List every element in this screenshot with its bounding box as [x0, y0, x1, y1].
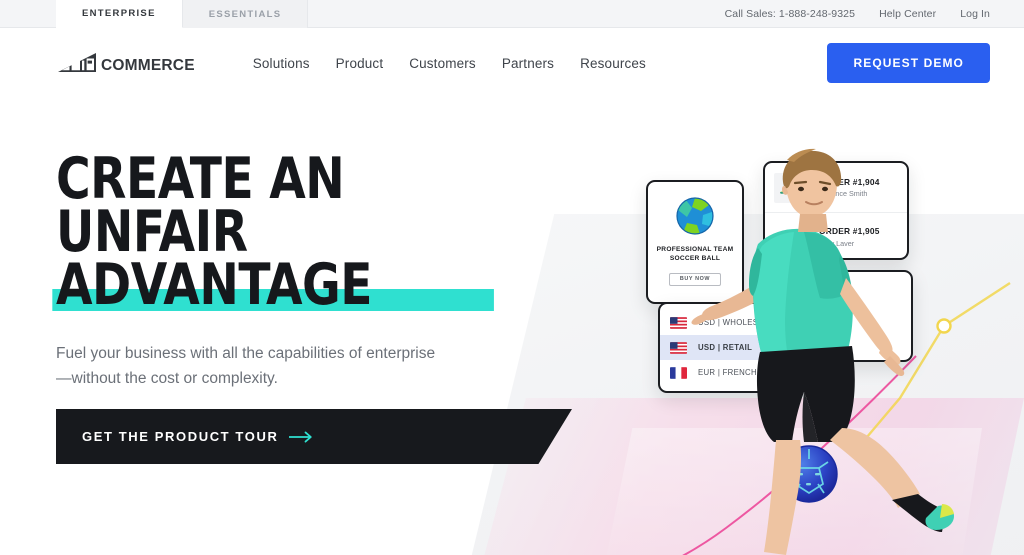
headline-line-2: UNFAIR ADVANTAGE: [52, 204, 494, 314]
main-navigation: COMMERCE Solutions Product Customers Par…: [0, 28, 1024, 98]
nav-link-partners[interactable]: Partners: [502, 56, 554, 71]
hero-headline: CREATE AN UNFAIR ADVANTAGE: [52, 151, 494, 314]
nav-link-solutions[interactable]: Solutions: [253, 56, 310, 71]
bigcommerce-enterprise-landing-page: ENTERPRISE ESSENTIALS Call Sales: 1-888-…: [0, 0, 1024, 555]
tab-enterprise[interactable]: ENTERPRISE: [56, 0, 183, 28]
pennant-triangle-icon: [56, 52, 102, 76]
call-sales-link[interactable]: Call Sales: 1-888-248-9325: [725, 8, 855, 20]
subhead-line-2: —without the cost or complexity.: [56, 370, 278, 388]
soccer-player-image: [691, 148, 954, 555]
hero-section: CREATE AN UNFAIR ADVANTAGE Fuel your bus…: [0, 98, 1024, 555]
nav-link-customers[interactable]: Customers: [409, 56, 476, 71]
request-demo-button[interactable]: REQUEST DEMO: [827, 43, 990, 83]
arrow-right-icon: [289, 431, 315, 443]
cta-label: GET THE PRODUCT TOUR: [82, 429, 279, 444]
help-center-link[interactable]: Help Center: [879, 8, 936, 20]
hero-cta-wrapper: GET THE PRODUCT TOUR: [56, 409, 572, 464]
get-the-product-tour-button[interactable]: GET THE PRODUCT TOUR: [56, 409, 572, 464]
subhead-line-1: Fuel your business with all the capabili…: [56, 345, 436, 362]
bigcommerce-logo[interactable]: COMMERCE: [56, 50, 195, 76]
hero-copy: CREATE AN UNFAIR ADVANTAGE Fuel your bus…: [52, 151, 526, 391]
nav-link-group: Solutions Product Customers Partners Res…: [253, 56, 646, 71]
log-in-link[interactable]: Log In: [960, 8, 990, 20]
hero-subheadline: Fuel your business with all the capabili…: [56, 341, 511, 391]
nav-link-product[interactable]: Product: [336, 56, 384, 71]
tab-essentials[interactable]: ESSENTIALS: [182, 0, 309, 28]
utility-bar: ENTERPRISE ESSENTIALS Call Sales: 1-888-…: [0, 0, 1024, 28]
hero-artwork: PROFESSIONAL TEAM SOCCER BALL BUY NOW OR…: [458, 98, 1024, 555]
site-tab-group: ENTERPRISE ESSENTIALS: [0, 0, 309, 28]
utility-links: Call Sales: 1-888-248-9325 Help Center L…: [725, 0, 1024, 28]
logo-wordmark: COMMERCE: [101, 56, 195, 74]
nav-link-resources[interactable]: Resources: [580, 56, 646, 71]
